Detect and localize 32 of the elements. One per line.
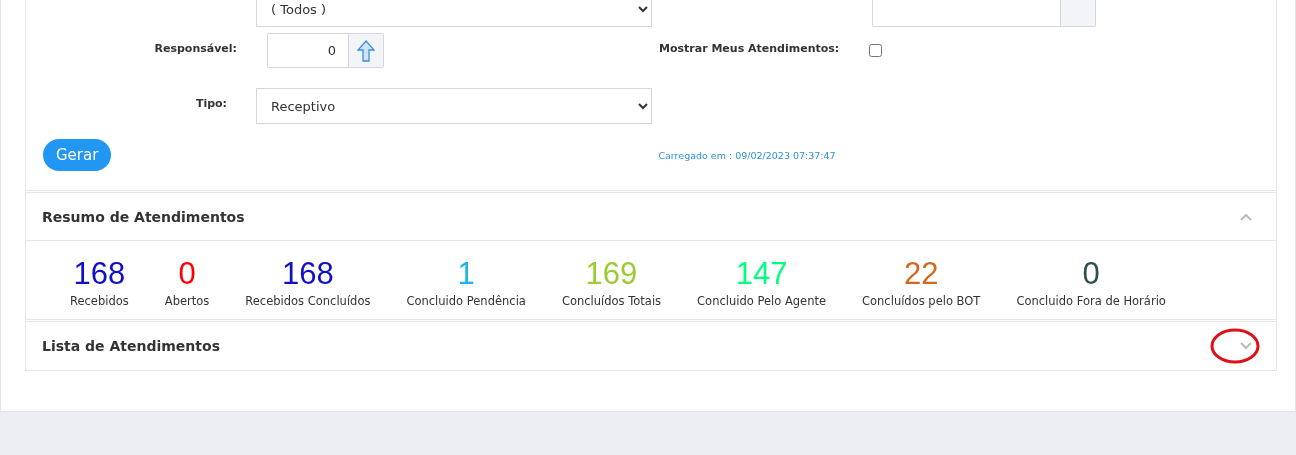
responsavel-field[interactable]: 0 bbox=[267, 33, 384, 68]
stat-label: Concluídos Totais bbox=[561, 294, 662, 308]
lookup-button[interactable] bbox=[1060, 0, 1095, 26]
stat-value: 1 bbox=[457, 257, 475, 291]
lookup-button[interactable] bbox=[348, 34, 383, 67]
field-label: Responsável: bbox=[153, 42, 237, 55]
field-label: Mostrar Meus Atendimentos: bbox=[659, 42, 840, 55]
arrow-up-icon bbox=[357, 39, 375, 62]
chevron-down-icon[interactable] bbox=[1240, 341, 1252, 350]
card-title: Lista de Atendimentos bbox=[42, 337, 220, 354]
stat-label: Concluido Fora de Horário bbox=[1016, 294, 1166, 308]
loaded-timestamp: Carregado em : 09/02/2023 07:37:47 bbox=[658, 149, 836, 161]
stat-label: Recebidos bbox=[70, 294, 129, 308]
select-field[interactable]: ( Todos ) bbox=[256, 0, 652, 27]
stat-label: Concluido Pelo Agente bbox=[697, 294, 826, 308]
stat-value: 168 bbox=[282, 257, 334, 291]
stat-label: Concluídos pelo BOT bbox=[862, 294, 981, 308]
tipo-select[interactable]: Receptivo bbox=[256, 88, 652, 124]
stat-value: 147 bbox=[735, 257, 788, 291]
stat-label: Recebidos Concluídos bbox=[245, 294, 371, 308]
highlight-circle bbox=[1210, 328, 1260, 364]
stat-value: 22 bbox=[903, 257, 939, 291]
card-title: Resumo de Atendimentos bbox=[42, 208, 245, 225]
stat-value: 0 bbox=[1082, 257, 1100, 291]
chevron-up-icon[interactable] bbox=[1240, 212, 1252, 221]
stat-value: 169 bbox=[585, 257, 638, 291]
stat-label: Abertos bbox=[164, 294, 210, 308]
stat-label: Concluido Pendência bbox=[406, 294, 526, 308]
field-label: Tipo: bbox=[194, 97, 227, 110]
stat-value: 168 bbox=[73, 257, 126, 291]
stat-value: 0 bbox=[178, 257, 196, 291]
checkbox[interactable] bbox=[869, 44, 883, 57]
